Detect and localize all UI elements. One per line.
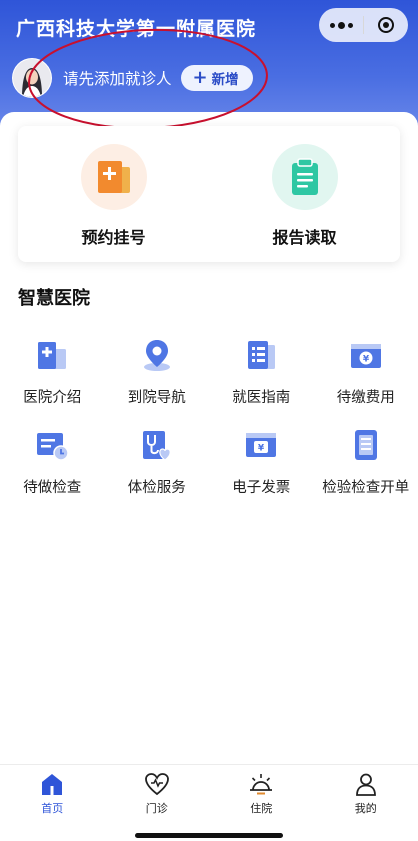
service-navigation[interactable]: 到院导航 xyxy=(105,336,210,426)
appointment-button[interactable]: 预约挂号 xyxy=(18,126,209,262)
home-indicator xyxy=(135,833,283,838)
service-pending-payment[interactable]: ¥ 待缴费用 xyxy=(314,336,418,426)
plus-icon: + xyxy=(192,67,208,88)
more-dots-icon xyxy=(329,21,353,29)
service-row: 待做检查 体检服务 ¥ 电子发票 检验检查开单 xyxy=(0,426,418,516)
service-label: 检验检查开单 xyxy=(322,480,410,496)
pending-payment-icon: ¥ xyxy=(347,336,385,374)
tab-label: 首页 xyxy=(41,802,64,815)
service-label: 到院导航 xyxy=(127,390,186,406)
more-menu-button[interactable] xyxy=(319,8,363,42)
quick-action-card: 预约挂号 报告读取 xyxy=(18,126,400,262)
tab-outpatient[interactable]: 门诊 xyxy=(105,765,210,817)
service-checkup[interactable]: 体检服务 xyxy=(105,426,210,516)
guide-list-icon xyxy=(242,336,280,374)
service-lab-order[interactable]: 检验检查开单 xyxy=(314,426,418,516)
report-label: 报告读取 xyxy=(272,228,337,247)
svg-text:¥: ¥ xyxy=(258,444,265,454)
add-patient-prompt: 请先添加就诊人 xyxy=(63,70,172,88)
service-row: 医院介绍 到院导航 就医指南 ¥ 待缴费用 xyxy=(0,336,418,426)
service-label: 就医指南 xyxy=(232,390,291,406)
close-program-button[interactable] xyxy=(364,8,408,42)
tab-label: 门诊 xyxy=(145,802,168,815)
report-button[interactable]: 报告读取 xyxy=(209,126,400,262)
home-icon xyxy=(42,774,63,795)
mini-program-capsule xyxy=(319,8,408,42)
tab-mine[interactable]: 我的 xyxy=(314,765,418,817)
target-icon xyxy=(378,17,394,33)
service-hospital-intro[interactable]: 医院介绍 xyxy=(0,336,105,426)
tab-inpatient[interactable]: 住院 xyxy=(209,765,314,817)
svg-text:¥: ¥ xyxy=(363,355,370,365)
section-title: 智慧医院 xyxy=(18,288,90,309)
service-label: 待做检查 xyxy=(23,480,82,496)
person-icon xyxy=(355,773,376,796)
pending-exam-icon xyxy=(33,426,71,464)
tab-label: 我的 xyxy=(354,802,377,815)
service-label: 电子发票 xyxy=(232,480,291,496)
tab-label: 住院 xyxy=(250,802,273,815)
lab-order-icon xyxy=(347,426,385,464)
hospital-building-icon xyxy=(33,336,71,374)
sunrise-icon xyxy=(250,774,273,795)
tab-home[interactable]: 首页 xyxy=(0,765,105,817)
service-pending-exam[interactable]: 待做检查 xyxy=(0,426,105,516)
appointment-icon xyxy=(80,144,147,210)
bottom-tab-bar: 首页 门诊 住院 我的 xyxy=(0,764,418,817)
e-invoice-icon: ¥ xyxy=(242,426,280,464)
service-e-invoice[interactable]: ¥ 电子发票 xyxy=(209,426,314,516)
appointment-label: 预约挂号 xyxy=(81,228,146,247)
location-pin-icon xyxy=(138,336,176,374)
service-label: 待缴费用 xyxy=(336,390,395,406)
avatar xyxy=(12,58,52,98)
report-clipboard-icon xyxy=(271,144,338,210)
service-guide[interactable]: 就医指南 xyxy=(209,336,314,426)
page-title: 广西科技大学第一附属医院 xyxy=(16,18,257,40)
patient-selector[interactable]: 请先添加就诊人 + 新增 xyxy=(12,58,253,98)
heart-icon xyxy=(144,773,169,796)
service-label: 医院介绍 xyxy=(23,390,82,406)
service-label: 体检服务 xyxy=(127,480,186,496)
stethoscope-icon xyxy=(138,426,176,464)
add-patient-label: 新增 xyxy=(211,72,239,88)
service-grid: 医院介绍 到院导航 就医指南 ¥ 待缴费用 待做检查 体检服务 ¥ 电子发票 检… xyxy=(0,336,418,516)
add-patient-button[interactable]: + 新增 xyxy=(180,65,253,91)
